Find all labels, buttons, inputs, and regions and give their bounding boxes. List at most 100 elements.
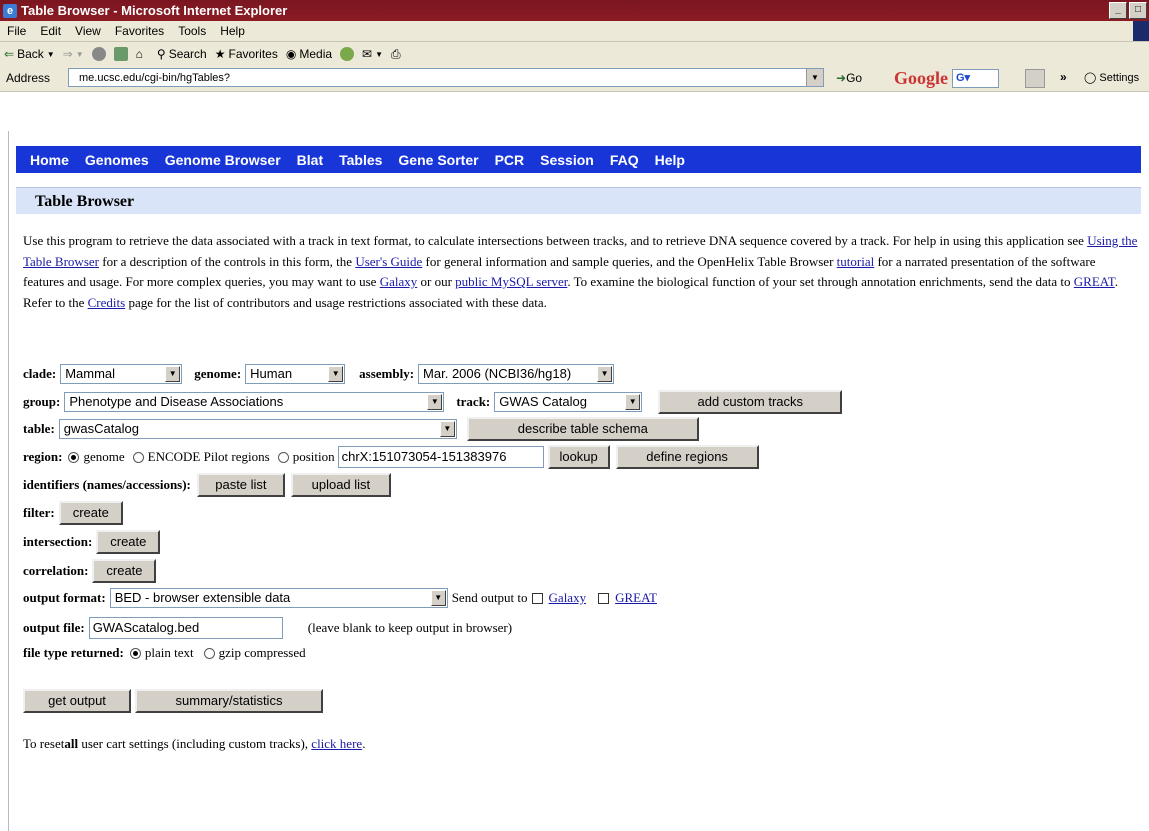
filter-label: filter:: [23, 505, 55, 520]
print-button[interactable]: ⎙: [387, 47, 405, 62]
chevron-down-icon: ▼: [625, 394, 641, 410]
nav-help[interactable]: Help: [641, 152, 687, 168]
google-search-field[interactable]: G▾: [952, 69, 999, 88]
chevron-down-icon: ▼: [46, 49, 55, 59]
table-row: table: gwasCatalog ▼ describe table schem…: [23, 417, 699, 441]
region-encode-radio[interactable]: [132, 451, 144, 463]
send-galaxy-link[interactable]: Galaxy: [549, 590, 587, 606]
google-search-dropdown[interactable]: [1025, 69, 1045, 88]
history-button[interactable]: [336, 47, 358, 61]
paste-list-button[interactable]: paste list: [196, 473, 285, 497]
settings-button[interactable]: ◯ Settings: [1084, 71, 1139, 84]
genome-select[interactable]: Human ▼: [245, 364, 346, 384]
nav-blat[interactable]: Blat: [283, 152, 325, 168]
link-mysql-server[interactable]: public MySQL server: [455, 274, 567, 289]
nav-tables[interactable]: Tables: [325, 152, 384, 168]
minimize-button[interactable]: _: [1109, 2, 1127, 19]
position-input[interactable]: chrX:151073054-151383976: [337, 446, 544, 468]
nav-gene-sorter[interactable]: Gene Sorter: [384, 152, 480, 168]
define-regions-button[interactable]: define regions: [615, 445, 759, 469]
forward-button[interactable]: ⇒ ▼: [59, 47, 88, 61]
chevron-down-icon: ▼: [375, 49, 384, 59]
frame-border: [8, 131, 9, 831]
get-output-button[interactable]: get output: [23, 689, 131, 713]
chevron-down-icon: ▼: [439, 421, 455, 437]
menu-file[interactable]: File: [0, 24, 33, 38]
reset-cart-link[interactable]: click here: [311, 736, 362, 752]
correlation-create-button[interactable]: create: [92, 559, 157, 583]
back-button[interactable]: ⇐ Back ▼: [0, 47, 59, 61]
refresh-button[interactable]: [110, 47, 132, 61]
action-row: get output summary/statistics: [23, 689, 323, 713]
plain-text-radio[interactable]: [129, 647, 141, 659]
filter-create-button[interactable]: create: [58, 501, 123, 525]
clade-select[interactable]: Mammal ▼: [60, 364, 183, 384]
address-bar: Address me.ucsc.edu/cgi-bin/hgTables? ▼ …: [0, 66, 1149, 92]
stop-button[interactable]: [88, 47, 110, 61]
clade-label: clade:: [23, 366, 57, 381]
toolbar-overflow-icon[interactable]: »: [1060, 70, 1067, 84]
add-custom-tracks-button[interactable]: add custom tracks: [658, 390, 843, 414]
home-button[interactable]: ⌂: [132, 47, 147, 61]
table-select[interactable]: gwasCatalog ▼: [58, 419, 457, 439]
home-icon: ⌂: [135, 47, 143, 61]
link-credits[interactable]: Credits: [88, 295, 126, 310]
output-format-select[interactable]: BED - browser extensible data ▼: [109, 588, 448, 608]
table-label: table:: [23, 421, 55, 436]
send-great-link[interactable]: GREAT: [615, 590, 657, 606]
group-select[interactable]: Phenotype and Disease Associations ▼: [64, 392, 445, 412]
output-format-label: output format:: [23, 590, 106, 605]
group-label: group:: [23, 394, 61, 409]
link-users-guide[interactable]: User's Guide: [355, 254, 422, 269]
region-genome-radio[interactable]: [68, 451, 80, 463]
reset-row: To reset all user cart settings (includi…: [23, 736, 366, 752]
track-select[interactable]: GWAS Catalog ▼: [494, 392, 643, 412]
gzip-radio[interactable]: [203, 647, 215, 659]
favorites-button[interactable]: ★ Favorites: [211, 47, 282, 61]
describe-table-schema-button[interactable]: describe table schema: [466, 417, 699, 441]
mail-button[interactable]: ✉ ▼: [358, 47, 387, 61]
upload-list-button[interactable]: upload list: [290, 473, 391, 497]
print-icon: ⎙: [391, 46, 401, 61]
menu-help[interactable]: Help: [213, 24, 252, 38]
chevron-down-icon[interactable]: ▼: [806, 69, 823, 86]
link-great[interactable]: GREAT: [1074, 274, 1115, 289]
assembly-select[interactable]: Mar. 2006 (NCBI36/hg18) ▼: [418, 364, 615, 384]
go-button[interactable]: ➜Go: [836, 71, 862, 85]
menu-edit[interactable]: Edit: [33, 24, 68, 38]
menu-tools[interactable]: Tools: [171, 24, 213, 38]
link-galaxy[interactable]: Galaxy: [380, 274, 418, 289]
nav-home[interactable]: Home: [16, 152, 71, 168]
nav-genomes[interactable]: Genomes: [71, 152, 151, 168]
nav-pcr[interactable]: PCR: [481, 152, 527, 168]
maximize-button[interactable]: □: [1129, 2, 1147, 19]
region-position-radio[interactable]: [277, 451, 289, 463]
send-galaxy-checkbox[interactable]: [531, 592, 543, 604]
menu-view[interactable]: View: [68, 24, 108, 38]
region-encode-label: ENCODE Pilot regions: [147, 449, 270, 464]
history-icon: [340, 47, 355, 61]
filter-row: filter: create: [23, 501, 123, 525]
output-file-input[interactable]: GWAScatalog.bed: [88, 617, 283, 639]
page-title: Table Browser: [16, 187, 1141, 214]
correlation-row: correlation: create: [23, 559, 157, 583]
send-great-checkbox[interactable]: [598, 592, 610, 604]
settings-icon: ◯: [1084, 72, 1097, 84]
track-label: track:: [456, 394, 491, 409]
summary-statistics-button[interactable]: summary/statistics: [135, 689, 323, 713]
chevron-down-icon: ▼: [430, 590, 446, 606]
nav-faq[interactable]: FAQ: [596, 152, 641, 168]
lookup-button[interactable]: lookup: [547, 445, 610, 469]
nav-genome-browser[interactable]: Genome Browser: [151, 152, 283, 168]
link-tutorial[interactable]: tutorial: [837, 254, 875, 269]
window-title: Table Browser - Microsoft Internet Explo…: [21, 3, 288, 18]
address-input[interactable]: me.ucsc.edu/cgi-bin/hgTables? ▼: [68, 68, 824, 87]
intersection-create-button[interactable]: create: [96, 530, 161, 554]
menu-favorites[interactable]: Favorites: [108, 24, 171, 38]
search-button[interactable]: ⚲ Search: [153, 47, 211, 61]
region-row: region: genome ENCODE Pilot regions posi…: [23, 445, 759, 469]
media-button[interactable]: ◉ Media: [282, 47, 336, 61]
nav-session[interactable]: Session: [526, 152, 596, 168]
google-logo: Google: [894, 68, 948, 88]
main-content: Use this program to retrieve the data as…: [23, 231, 1138, 751]
